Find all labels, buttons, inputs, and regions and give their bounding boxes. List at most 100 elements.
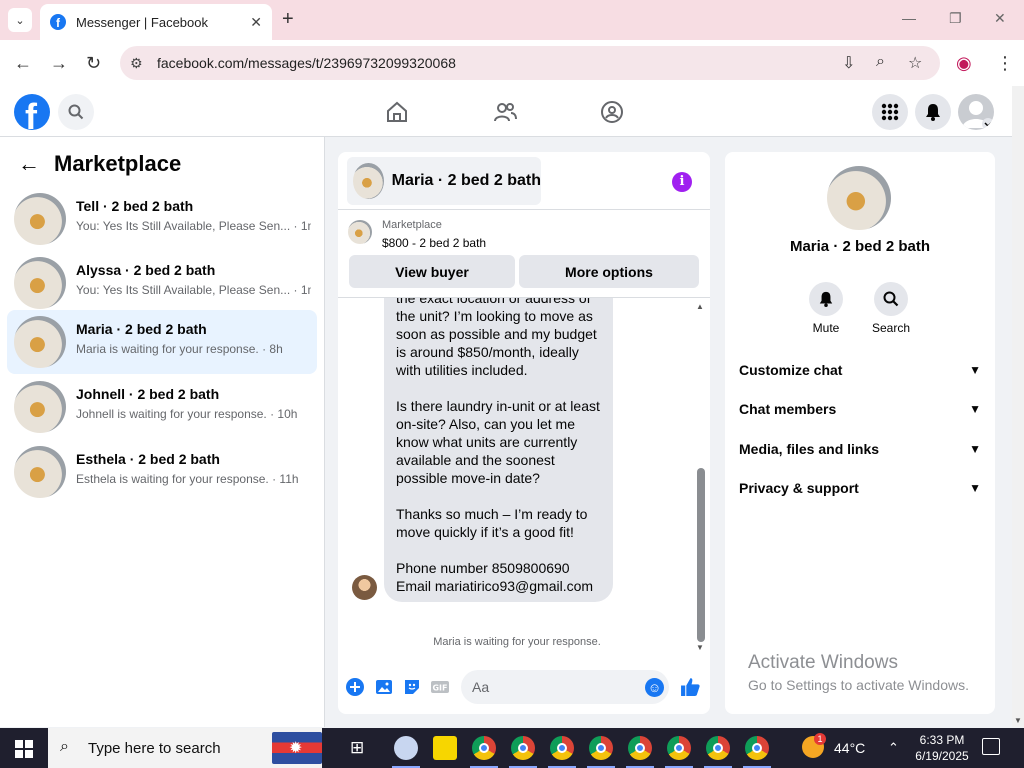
juneteenth-flag-icon[interactable]: ✹: [272, 732, 322, 764]
conversation-preview: You: Yes Its Still Available, Please Sen…: [76, 219, 311, 233]
groups-icon[interactable]: [600, 100, 624, 124]
section-label: Privacy & support: [739, 480, 859, 496]
windows-start-icon[interactable]: [15, 740, 33, 758]
address-bar[interactable]: ⚙ facebook.com/messages/t/23969732099320…: [120, 46, 940, 80]
conversation-item[interactable]: Tell · 2 bed 2 bath You: Yes Its Still A…: [7, 187, 317, 251]
conversation-item[interactable]: Johnell · 2 bed 2 bath Johnell is waitin…: [7, 375, 317, 439]
site-settings-icon[interactable]: ⚙: [130, 55, 143, 72]
svg-text:GIF: GIF: [432, 684, 447, 693]
facebook-header: f: [0, 86, 1012, 137]
thumbs-up-icon[interactable]: [680, 676, 701, 697]
customize-chat-section[interactable]: Customize chat ▼: [739, 358, 981, 382]
paint-app-icon[interactable]: [394, 736, 418, 760]
clock[interactable]: 6:33 PM 6/19/2025: [912, 732, 972, 764]
listing-price[interactable]: $800 - 2 bed 2 bath: [382, 236, 486, 250]
watermark-subtitle: Go to Settings to activate Windows.: [748, 677, 969, 693]
media-files-links-section[interactable]: Media, files and links ▼: [739, 437, 981, 461]
plus-circle-icon[interactable]: [345, 677, 365, 697]
weather-icon[interactable]: 1: [802, 733, 826, 758]
info-icon[interactable]: i: [672, 172, 692, 192]
panel-header: ← Marketplace: [18, 151, 181, 177]
conversation-item-active[interactable]: Maria · 2 bed 2 bath Maria is waiting fo…: [7, 310, 317, 374]
page-scrollbar[interactable]: ▼: [1012, 86, 1024, 727]
photo-icon[interactable]: [374, 677, 394, 697]
emoji-icon[interactable]: ☺: [645, 678, 664, 697]
temperature-text[interactable]: 44°C: [834, 740, 865, 756]
browser-tab[interactable]: f Messenger | Facebook ✕: [40, 4, 272, 40]
sender-avatar[interactable]: [352, 575, 377, 600]
install-app-icon[interactable]: ⇩: [842, 53, 855, 73]
bookmark-star-icon[interactable]: ☆: [908, 53, 922, 73]
chrome-profile-icon[interactable]: [589, 736, 613, 760]
chat-header[interactable]: Maria · 2 bed 2 bath: [347, 157, 541, 205]
chrome-profile-icon[interactable]: [706, 736, 730, 760]
sticker-icon[interactable]: [402, 677, 422, 697]
profile-icon[interactable]: ◉: [956, 53, 972, 74]
watermark-title: Activate Windows: [748, 652, 898, 673]
facebook-search-button[interactable]: [58, 94, 94, 130]
zoom-icon[interactable]: ⌕: [876, 53, 885, 71]
chrome-profile-icon[interactable]: [511, 736, 535, 760]
tab-close-icon[interactable]: ✕: [250, 14, 262, 31]
notifications-button[interactable]: [915, 94, 951, 130]
section-label: Media, files and links: [739, 441, 880, 457]
chat-info-panel: Maria · 2 bed 2 bath Mute Search Customi…: [725, 152, 995, 714]
taskbar-search-text: Type here to search: [88, 740, 221, 757]
back-arrow-icon[interactable]: ←: [18, 151, 40, 177]
restore-icon[interactable]: ❐: [949, 10, 962, 27]
chrome-profile-icon[interactable]: [745, 736, 769, 760]
scroll-down-icon[interactable]: ▼: [1014, 716, 1022, 725]
window-close-icon[interactable]: ✕: [994, 10, 1006, 27]
privacy-support-section[interactable]: Privacy & support ▼: [739, 476, 981, 500]
view-buyer-button[interactable]: View buyer: [349, 255, 515, 288]
gif-icon[interactable]: GIF: [430, 677, 450, 697]
notification-center-icon[interactable]: [982, 738, 1000, 755]
conversation-list-panel: ← Marketplace Tell · 2 bed 2 bath You: Y…: [0, 137, 325, 727]
facebook-logo-icon[interactable]: f: [14, 94, 50, 130]
tab-search-dropdown[interactable]: ⌄: [8, 8, 32, 32]
conversation-preview: You: Yes Its Still Available, Please Sen…: [76, 283, 311, 297]
search-icon: ⌕: [60, 738, 69, 755]
new-tab-button[interactable]: +: [282, 8, 294, 31]
chrome-profile-icon[interactable]: [628, 736, 652, 760]
chat-members-section[interactable]: Chat members ▼: [739, 397, 981, 421]
account-avatar[interactable]: [958, 94, 994, 130]
conversation-item[interactable]: Esthela · 2 bed 2 bath Esthela is waitin…: [7, 440, 317, 504]
listing-avatar: [14, 257, 66, 309]
scroll-down-icon[interactable]: ▼: [696, 643, 704, 652]
browser-menu-icon[interactable]: ⋮: [996, 53, 1014, 74]
chat-scrollbar[interactable]: ▲ ▼: [696, 298, 706, 654]
section-label: Chat members: [739, 401, 837, 417]
home-icon[interactable]: [385, 100, 409, 124]
conversation-preview: Johnell is waiting for your response. · …: [76, 407, 298, 421]
divider: [338, 209, 710, 210]
chat-title: Maria · 2 bed 2 bath: [391, 172, 541, 189]
browser-tab-bar: ⌄ f Messenger | Facebook ✕ + — ❐ ✕: [0, 0, 1024, 40]
conversation-name: Maria · 2 bed 2 bath: [76, 321, 207, 337]
windows-taskbar: ⌕ Type here to search ✹ ⊞ 1 44°C ⌃ 6:33 …: [0, 728, 1024, 768]
listing-thumbnail: [348, 220, 372, 244]
reload-icon[interactable]: ↻: [86, 53, 101, 74]
message-input[interactable]: [461, 670, 669, 704]
task-view-icon[interactable]: ⊞: [350, 738, 364, 758]
message-text: Is there laundry in-unit or at least on-…: [396, 398, 600, 486]
mute-button[interactable]: Mute: [796, 282, 856, 335]
message-bubble[interactable]: the exact location or address of the uni…: [384, 298, 613, 602]
forward-arrow-icon[interactable]: →: [50, 53, 68, 74]
search-icon: [874, 282, 908, 316]
sticky-notes-icon[interactable]: [433, 736, 457, 760]
scroll-thumb[interactable]: [697, 468, 705, 642]
friends-icon[interactable]: [493, 100, 517, 124]
chrome-profile-icon[interactable]: [472, 736, 496, 760]
menu-grid-button[interactable]: [872, 94, 908, 130]
tray-chevron-up-icon[interactable]: ⌃: [888, 740, 899, 756]
conversation-item[interactable]: Alyssa · 2 bed 2 bath You: Yes Its Still…: [7, 251, 317, 315]
chrome-profile-icon[interactable]: [550, 736, 574, 760]
chrome-profile-icon[interactable]: [667, 736, 691, 760]
message-text: Thanks so much – I’m ready to move quick…: [396, 506, 588, 540]
more-options-button[interactable]: More options: [519, 255, 699, 288]
minimize-icon[interactable]: —: [902, 10, 916, 26]
scroll-up-icon[interactable]: ▲: [696, 302, 704, 311]
back-arrow-icon[interactable]: ←: [14, 53, 32, 74]
search-in-chat-button[interactable]: Search: [861, 282, 921, 335]
